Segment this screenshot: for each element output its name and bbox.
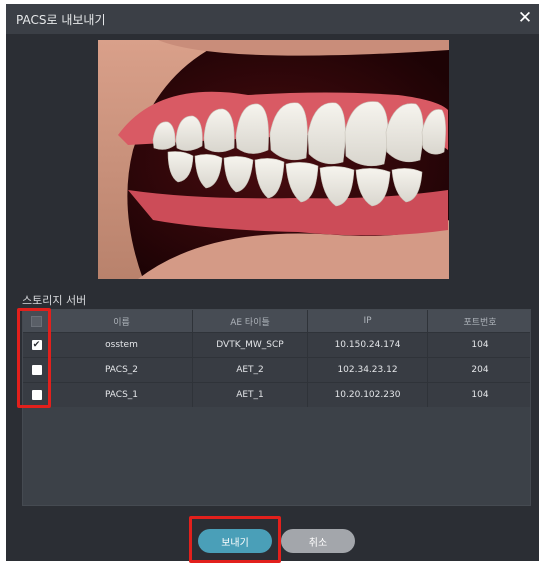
server-port: 104 — [471, 390, 489, 400]
storage-server-table: 이름 AE 타이틀 IP 포트번호 ✔ osstem DVTK_MW_SCP 1… — [22, 309, 531, 506]
server-name: PACS_1 — [51, 383, 193, 407]
column-header-port: 포트번호 — [463, 317, 497, 328]
server-ae-title: AET_1 — [193, 383, 308, 407]
server-ip: 102.34.23.12 — [308, 358, 428, 382]
column-header-ip: IP — [308, 310, 428, 332]
server-ip: 10.20.102.230 — [308, 383, 428, 407]
server-name: osstem — [51, 333, 193, 357]
send-button-highlight-box — [189, 516, 281, 563]
storage-server-label: 스토리지 서버 — [22, 294, 87, 307]
table-row[interactable]: ✔ osstem DVTK_MW_SCP 10.150.24.174 104 — [23, 332, 530, 357]
server-ae-title: AET_2 — [193, 358, 308, 382]
table-row[interactable]: PACS_1 AET_1 10.20.102.230 104 — [23, 382, 530, 407]
pacs-export-dialog: PACS로 내보내기 ✕ 스토리지 서버 이름 AE 타이틀 IP 포트번호 ✔… — [6, 4, 539, 563]
column-header-ae-title: AE 타이틀 — [193, 310, 308, 332]
title-bar: PACS로 내보내기 ✕ — [6, 4, 539, 34]
dental-photo — [98, 40, 449, 279]
column-header-name: 이름 — [51, 310, 193, 332]
server-port: 204 — [471, 365, 489, 375]
server-ip: 10.150.24.174 — [308, 333, 428, 357]
server-port: 104 — [471, 340, 489, 350]
close-icon[interactable]: ✕ — [515, 7, 535, 29]
checkbox-highlight-box — [17, 308, 51, 408]
cancel-button[interactable]: 취소 — [281, 529, 355, 553]
table-row[interactable]: PACS_2 AET_2 102.34.23.12 204 — [23, 357, 530, 382]
server-name: PACS_2 — [51, 358, 193, 382]
table-header: 이름 AE 타이틀 IP 포트번호 — [23, 310, 530, 332]
server-ae-title: DVTK_MW_SCP — [193, 333, 308, 357]
dialog-title: PACS로 내보내기 — [16, 13, 106, 27]
